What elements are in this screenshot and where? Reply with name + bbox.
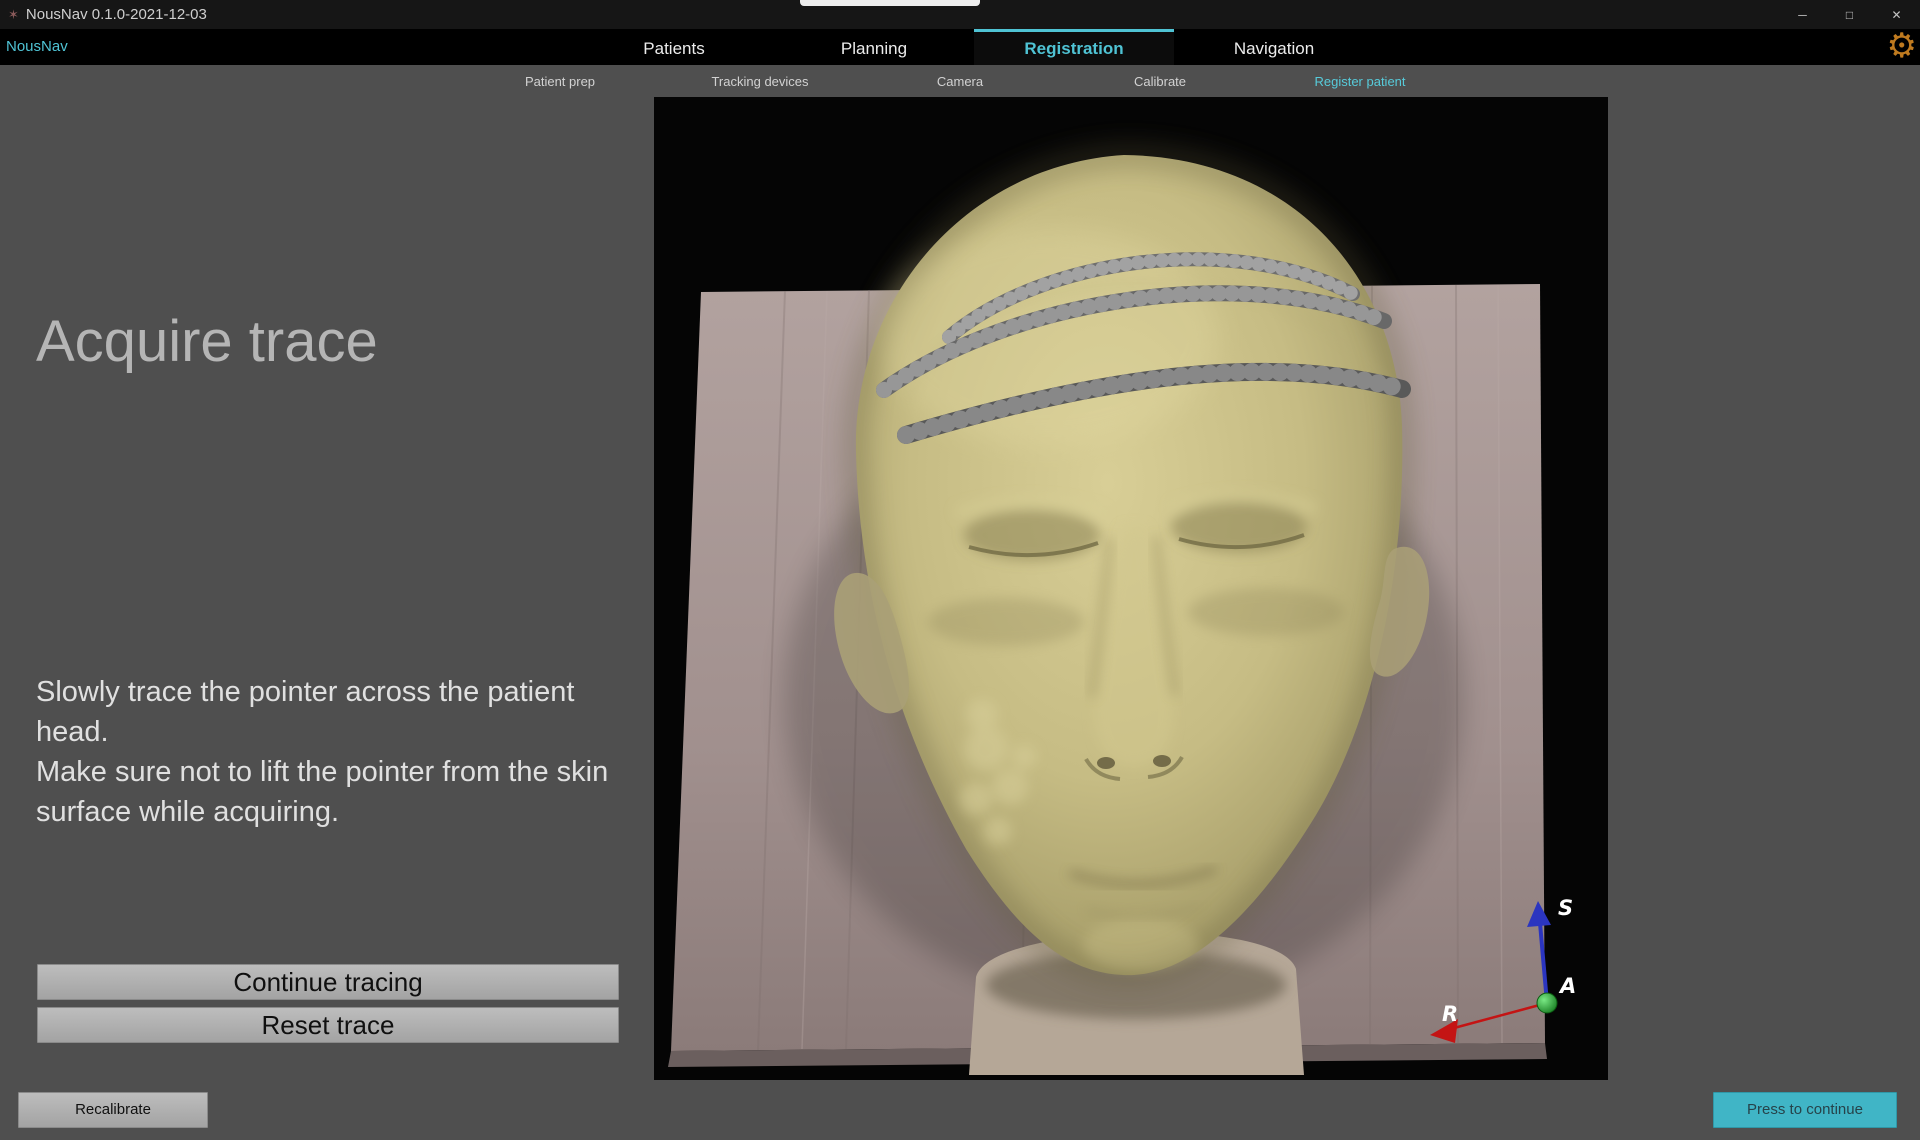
window-controls: ─ □ ✕ [1779, 0, 1920, 29]
axis-a-sphere [1537, 993, 1557, 1013]
maximize-icon: □ [1846, 8, 1853, 22]
window-title: NousNav 0.1.0-2021-12-03 [26, 6, 207, 23]
step-patient-prep[interactable]: Patient prep [460, 74, 660, 89]
tab-patients[interactable]: Patients [574, 29, 774, 65]
app-logo-icon: ✶ [8, 7, 19, 23]
settings-gear-icon[interactable]: ⚙ [1887, 26, 1917, 66]
step-camera[interactable]: Camera [860, 74, 1060, 89]
tab-registration[interactable]: Registration [974, 29, 1174, 65]
axis-s-label: S [1558, 896, 1573, 920]
3d-viewport[interactable]: S A R [654, 97, 1608, 1080]
step-tracking-devices[interactable]: Tracking devices [660, 74, 860, 89]
step-register-patient[interactable]: Register patient [1260, 74, 1460, 89]
reset-trace-button[interactable]: Reset trace [37, 1007, 619, 1043]
instructions-text: Slowly trace the pointer across the pati… [36, 672, 614, 832]
application-window: ✶ NousNav 0.1.0-2021-12-03 ─ □ ✕ NousNav… [0, 0, 1920, 1140]
axis-a-label: A [1558, 974, 1576, 998]
step-calibrate[interactable]: Calibrate [1060, 74, 1260, 89]
main-navbar: NousNav Patients Planning Registration N… [0, 29, 1920, 65]
tab-navigation[interactable]: Navigation [1174, 29, 1374, 65]
continue-tracing-button[interactable]: Continue tracing [37, 964, 619, 1000]
close-icon: ✕ [1891, 8, 1901, 22]
minimize-button[interactable]: ─ [1779, 0, 1826, 29]
minimize-icon: ─ [1798, 8, 1807, 22]
instruction-line-1: Slowly trace the pointer across the pati… [36, 672, 614, 752]
axis-r-label: R [1442, 1002, 1458, 1026]
brand-label: NousNav [6, 29, 68, 65]
screen-top-pill [800, 0, 980, 6]
maximize-button[interactable]: □ [1826, 0, 1873, 29]
registration-steps: Patient prep Tracking devices Camera Cal… [0, 65, 1920, 97]
press-to-continue-button[interactable]: Press to continue [1713, 1092, 1897, 1128]
instruction-line-2: Make sure not to lift the pointer from t… [36, 752, 614, 832]
recalibrate-button[interactable]: Recalibrate [18, 1092, 208, 1128]
page-title: Acquire trace [36, 308, 378, 375]
nav-tabs: Patients Planning Registration Navigatio… [574, 29, 1374, 65]
3d-render: S A R [654, 97, 1608, 1080]
tab-planning[interactable]: Planning [774, 29, 974, 65]
close-button[interactable]: ✕ [1873, 0, 1920, 29]
